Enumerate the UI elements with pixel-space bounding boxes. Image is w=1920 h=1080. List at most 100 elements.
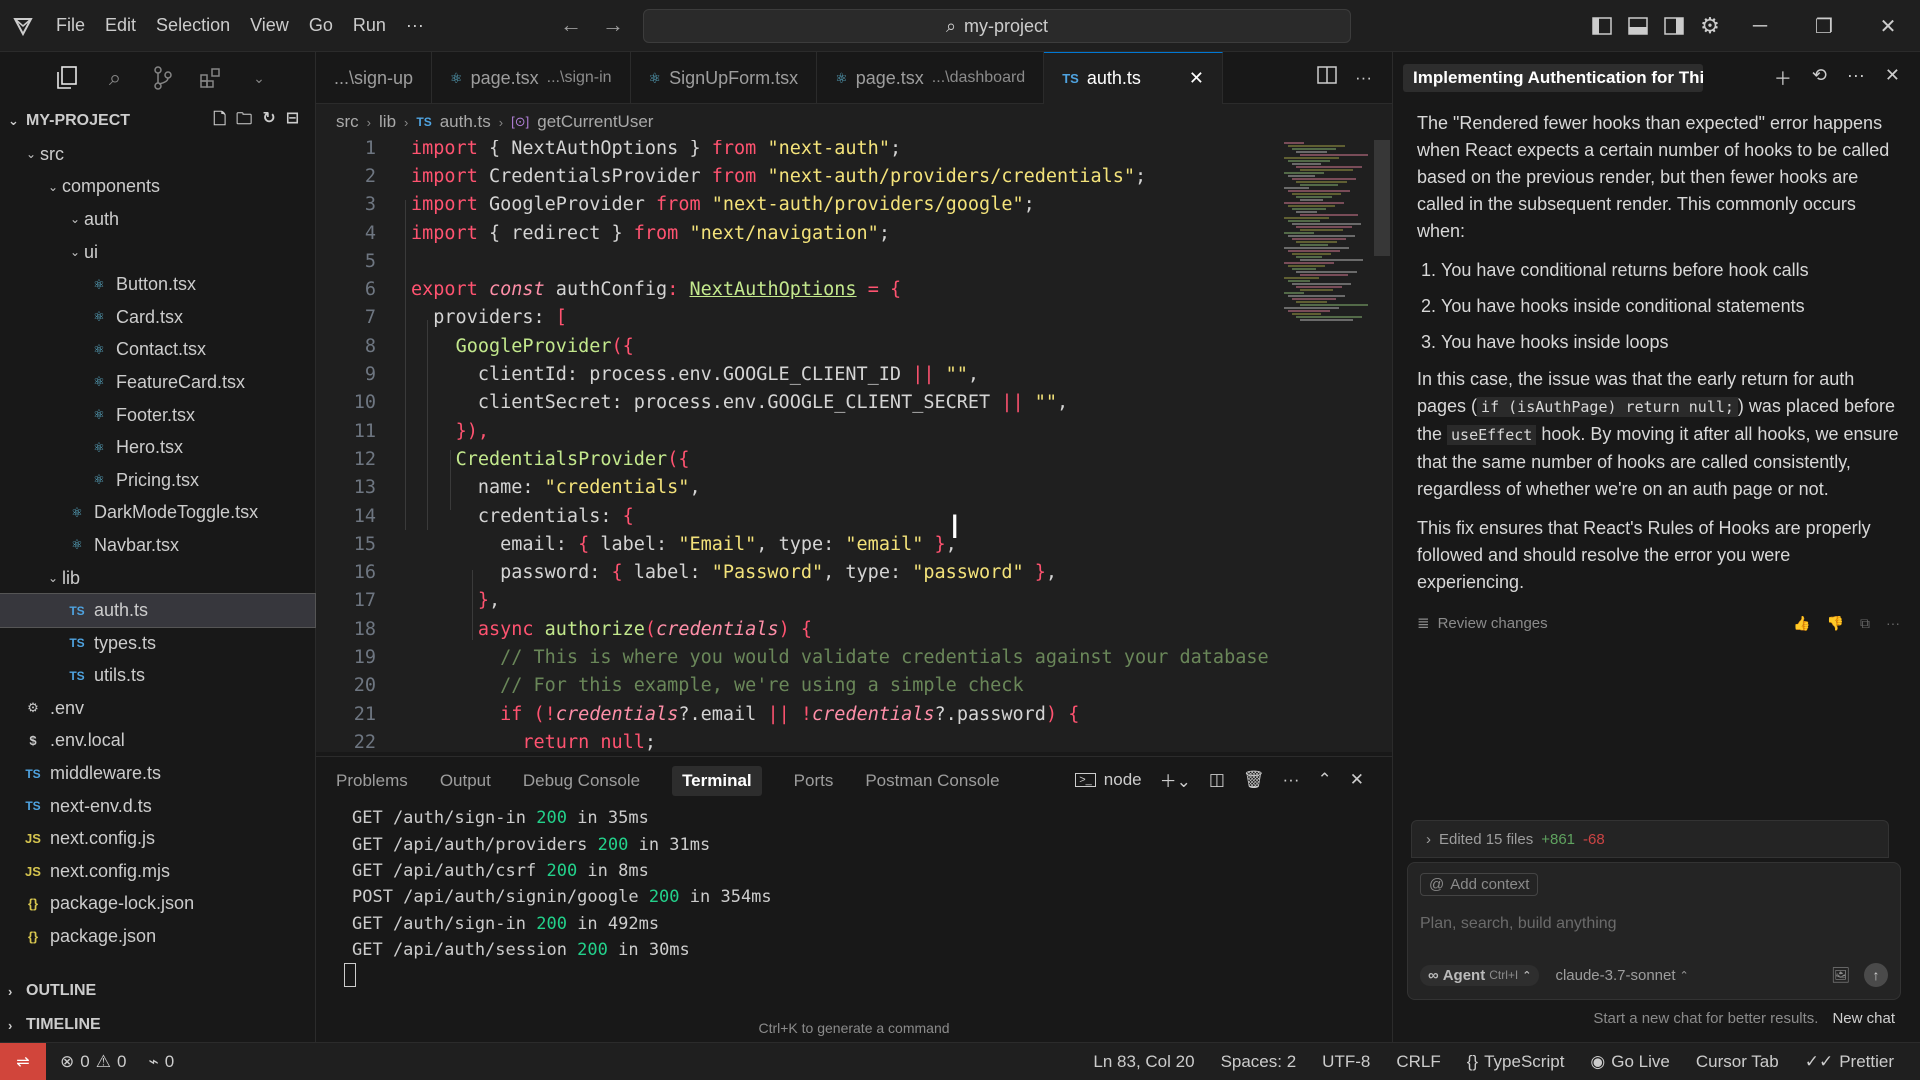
tree-file[interactable]: {} package-lock.json (0, 888, 315, 921)
more-actions-icon[interactable]: ··· (1355, 68, 1372, 88)
maximize-panel-icon[interactable]: ⌃ (1318, 770, 1332, 790)
search-sidebar-icon[interactable]: ⌕ (102, 65, 128, 91)
prettier-button[interactable]: ✓✓ Prettier (1805, 1052, 1894, 1072)
editor-tab[interactable]: ⚛ page.tsx ...\dashboard (817, 52, 1045, 104)
language-mode[interactable]: {} TypeScript (1467, 1052, 1565, 1072)
chat-title[interactable]: Implementing Authentication for Thi (1403, 64, 1703, 92)
tree-folder[interactable]: ⌄ components (0, 171, 315, 204)
toggle-sidebar-icon[interactable] (1584, 0, 1620, 52)
panel-tab[interactable]: Output (440, 771, 491, 791)
tree-file[interactable]: ⚛ DarkModeToggle.tsx (0, 497, 315, 530)
source-control-icon[interactable] (150, 65, 176, 91)
new-terminal-icon[interactable]: ＋⌄ (1160, 767, 1191, 792)
cursor-tab-button[interactable]: Cursor Tab (1696, 1052, 1779, 1072)
panel-tab[interactable]: Debug Console (523, 771, 640, 791)
menu-item[interactable]: Run (343, 15, 396, 36)
tree-file[interactable]: JS next.config.js (0, 822, 315, 855)
toggle-panel-icon[interactable] (1620, 0, 1656, 52)
app-logo-icon[interactable] (0, 15, 46, 37)
menu-item[interactable]: ··· (396, 15, 434, 36)
review-changes-link[interactable]: Review changes (1438, 610, 1548, 637)
editor-scrollbar[interactable] (1374, 140, 1390, 256)
terminal-shell[interactable]: >_ node (1075, 770, 1142, 790)
breadcrumb-lib[interactable]: lib (379, 112, 396, 132)
split-terminal-icon[interactable]: ◫ (1209, 770, 1225, 790)
minimize-window-icon[interactable]: ─ (1728, 0, 1792, 52)
ports-indicator[interactable]: ⌁ 0 (148, 1052, 174, 1072)
editor-tab[interactable]: TS auth.ts ✕ (1044, 52, 1223, 104)
tree-file[interactable]: $ .env.local (0, 725, 315, 758)
tree-file[interactable]: ⚛ Pricing.tsx (0, 464, 315, 497)
editor-tab[interactable]: ⚛ page.tsx ...\sign-in (432, 52, 631, 104)
terminal-output[interactable]: GET /auth/sign-in 200 in 35ms GET /api/au… (316, 805, 1392, 963)
tree-folder[interactable]: ⌄ auth (0, 203, 315, 236)
more-actions-icon[interactable]: ··· (1283, 770, 1300, 790)
encoding[interactable]: UTF-8 (1322, 1052, 1370, 1072)
new-file-icon[interactable]: 🗋 (213, 108, 226, 135)
more-actions-icon[interactable]: ··· (1847, 65, 1865, 91)
command-center-search[interactable]: ⌕ my-project (643, 9, 1351, 43)
split-editor-icon[interactable] (1317, 66, 1337, 89)
panel-tab[interactable]: Terminal (672, 766, 762, 796)
menu-item[interactable]: Selection (146, 15, 240, 36)
menu-item[interactable]: Edit (95, 15, 146, 36)
go-live-button[interactable]: ◉ Go Live (1590, 1052, 1669, 1072)
tree-file[interactable]: ⚛ Hero.tsx (0, 431, 315, 464)
tree-file[interactable]: ⚛ Button.tsx (0, 268, 315, 301)
send-button[interactable]: ↑ (1864, 963, 1888, 987)
plus-icon[interactable]: ＋ (1774, 65, 1792, 91)
panel-tab[interactable]: Ports (794, 771, 834, 791)
breadcrumb-src[interactable]: src (336, 112, 359, 132)
extensions-icon[interactable] (198, 65, 224, 91)
forward-arrow-icon[interactable]: → (602, 12, 624, 38)
tree-file[interactable]: ⚛ Navbar.tsx (0, 529, 315, 562)
tree-file[interactable]: ⚛ Footer.tsx (0, 399, 315, 432)
tree-file[interactable]: {} package.json (0, 920, 315, 953)
project-section-header[interactable]: ⌄ MY-PROJECT 🗋 🗀 ↻ ⊟ (0, 104, 315, 138)
thumbs-up-icon[interactable]: 👍 (1793, 610, 1810, 637)
edited-files-summary[interactable]: › Edited 15 files +861 -68 (1411, 820, 1889, 858)
menu-item[interactable]: View (240, 15, 299, 36)
code-editor[interactable]: 1 import { NextAuthOptions } from "next-a… (316, 140, 1276, 752)
tree-file[interactable]: TS middleware.ts (0, 757, 315, 790)
explorer-files-icon[interactable] (54, 65, 80, 91)
chat-input[interactable]: Plan, search, build anything (1420, 915, 1617, 933)
back-arrow-icon[interactable]: ← (560, 12, 582, 38)
refresh-icon[interactable]: ↻ (262, 108, 275, 135)
thumbs-down-icon[interactable]: 👎 (1827, 610, 1844, 637)
outline-section-header[interactable]: › OUTLINE (0, 974, 316, 1008)
editor-tab[interactable]: ...\sign-up (316, 52, 433, 104)
settings-gear-icon[interactable]: ⚙ (1692, 0, 1728, 52)
close-panel-icon[interactable]: ✕ (1350, 770, 1364, 790)
indentation[interactable]: Spaces: 2 (1221, 1052, 1297, 1072)
tree-file[interactable]: ⚙ .env (0, 692, 315, 725)
new-folder-icon[interactable]: 🗀 (236, 108, 252, 135)
close-icon[interactable]: ✕ (1885, 65, 1900, 91)
new-chat-link[interactable]: New chat (1832, 1010, 1895, 1027)
line-endings[interactable]: CRLF (1396, 1052, 1440, 1072)
cursor-position[interactable]: Ln 83, Col 20 (1093, 1052, 1194, 1072)
breadcrumb-symbol[interactable]: getCurrentUser (537, 112, 653, 132)
panel-tab[interactable]: Problems (336, 771, 408, 791)
breadcrumb-file[interactable]: auth.ts (440, 112, 491, 132)
tree-file[interactable]: ⚛ Contact.tsx (0, 334, 315, 367)
collapse-all-icon[interactable]: ⊟ (286, 108, 299, 135)
tree-file[interactable]: TS types.ts (0, 627, 315, 660)
close-tab-icon[interactable]: ✕ (1189, 68, 1204, 89)
remote-icon[interactable]: ⇌ (0, 1042, 46, 1080)
problems-indicator[interactable]: ⊗ 0 ⚠ 0 (60, 1052, 126, 1072)
toggle-secondary-sidebar-icon[interactable] (1656, 0, 1692, 52)
close-window-icon[interactable]: ✕ (1856, 0, 1920, 52)
tree-file[interactable]: TS next-env.d.ts (0, 790, 315, 823)
tree-file[interactable]: TS auth.ts (0, 593, 316, 628)
editor-tab[interactable]: ⚛ SignUpForm.tsx (631, 52, 818, 104)
menu-item[interactable]: Go (299, 15, 343, 36)
image-icon[interactable]: 🖼 (1831, 966, 1850, 984)
timeline-section-header[interactable]: › TIMELINE (0, 1008, 316, 1042)
tree-folder[interactable]: ⌄ lib (0, 562, 315, 595)
model-select[interactable]: claude-3.7-sonnet ⌃ (1555, 967, 1688, 984)
add-context-button[interactable]: @ Add context (1420, 873, 1539, 896)
panel-tab[interactable]: Postman Console (865, 771, 999, 791)
tree-folder[interactable]: ⌄ src (0, 138, 315, 171)
trash-icon[interactable]: 🗑 (1243, 770, 1265, 790)
